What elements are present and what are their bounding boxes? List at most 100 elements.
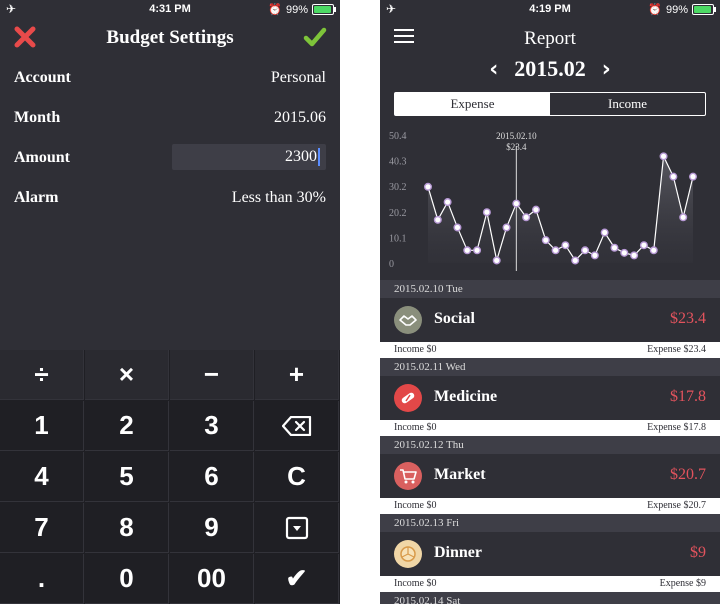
data-point[interactable] (424, 182, 433, 191)
y-tick-label: 40.3 (389, 157, 407, 168)
data-point[interactable] (669, 172, 678, 181)
text-cursor (318, 148, 320, 167)
category-amount: $20.7 (670, 466, 706, 483)
page-title: Report (524, 28, 576, 49)
battery-icon (312, 4, 336, 15)
tab-income[interactable]: Income (550, 93, 705, 115)
month-row[interactable]: Month 2015.06 (14, 106, 326, 130)
amount-input[interactable]: 2300 (172, 144, 326, 170)
day-summary: Income $0 Expense $20.7 (380, 498, 720, 514)
y-tick-label: 10.1 (389, 233, 407, 244)
account-value: Personal (270, 69, 326, 86)
date-header: 2015.02.13 Fri (380, 514, 720, 532)
cart-icon (394, 462, 422, 490)
data-point[interactable] (482, 208, 491, 217)
key-5[interactable]: 5 (85, 452, 169, 502)
budget-settings-screen: ✈ 4:31 PM ⏰ 99% Budget Settings Account … (0, 0, 340, 604)
next-month-icon[interactable]: › (591, 57, 621, 82)
list-item[interactable]: Social $23.4 (380, 298, 720, 342)
data-point[interactable] (512, 199, 521, 208)
decimal-key[interactable]: . (0, 554, 84, 604)
y-tick-label: 20.2 (389, 208, 407, 219)
category-name: Social (434, 310, 475, 327)
hide-keyboard-icon (285, 516, 308, 539)
data-point[interactable] (581, 246, 590, 255)
alarm-icon: ⏰ (648, 4, 662, 16)
income-total: Income $0 (394, 422, 437, 433)
calculator-keypad: ÷ × − + 1 2 3 4 5 6 C 7 8 9 . 0 00 ✔ (0, 350, 340, 604)
data-point[interactable] (531, 205, 540, 214)
clear-key[interactable]: C (255, 452, 339, 502)
plus-key[interactable]: + (255, 350, 339, 400)
divide-key[interactable]: ÷ (0, 350, 84, 400)
enter-key[interactable]: ✔ (255, 554, 339, 604)
list-item[interactable]: Dinner $9 (380, 532, 720, 576)
data-point[interactable] (463, 246, 472, 255)
y-tick-label: 50.4 (389, 131, 407, 142)
data-point[interactable] (630, 251, 639, 260)
minus-key[interactable]: − (170, 350, 254, 400)
page-title: Budget Settings (106, 27, 234, 48)
key-9[interactable]: 9 (170, 503, 254, 553)
data-point[interactable] (502, 223, 511, 232)
day-summary: Income $0 Expense $23.4 (380, 342, 720, 358)
data-point[interactable] (610, 243, 619, 252)
data-point[interactable] (600, 228, 609, 237)
data-point[interactable] (639, 241, 648, 250)
hide-keyboard-key[interactable] (255, 503, 339, 553)
y-tick-label: 0 (389, 259, 394, 270)
list-item[interactable]: Market $20.7 (380, 454, 720, 498)
data-point[interactable] (433, 215, 442, 224)
data-point[interactable] (620, 248, 629, 257)
multiply-key[interactable]: × (85, 350, 169, 400)
data-point[interactable] (649, 246, 658, 255)
key-1[interactable]: 1 (0, 401, 84, 451)
status-bar: ✈ 4:31 PM ⏰ 99% (0, 0, 340, 18)
list-item[interactable]: Medicine $17.8 (380, 376, 720, 420)
key-3[interactable]: 3 (170, 401, 254, 451)
alarm-icon: ⏰ (268, 4, 282, 16)
alarm-row[interactable]: Alarm Less than 30% (14, 186, 326, 210)
category-amount: $9 (690, 544, 706, 561)
data-point[interactable] (689, 172, 698, 181)
data-point[interactable] (541, 236, 550, 245)
expense-total: Expense $20.7 (647, 500, 706, 511)
category-name: Medicine (434, 388, 498, 405)
data-point[interactable] (590, 251, 599, 260)
key-6[interactable]: 6 (170, 452, 254, 502)
month-navigator: ‹ 2015.02 › (380, 56, 720, 82)
income-total: Income $0 (394, 500, 437, 511)
data-point[interactable] (473, 246, 482, 255)
data-point[interactable] (679, 213, 688, 222)
tab-expense[interactable]: Expense (395, 93, 550, 115)
key-8[interactable]: 8 (85, 503, 169, 553)
key-00[interactable]: 00 (170, 554, 254, 604)
data-point[interactable] (492, 256, 501, 265)
category-amount: $17.8 (670, 388, 706, 405)
battery-percent: 99% (285, 3, 308, 16)
account-label: Account (14, 69, 71, 86)
data-point[interactable] (522, 213, 531, 222)
type-segmented-control: Expense Income (394, 92, 706, 116)
prev-month-icon[interactable]: ‹ (479, 57, 509, 82)
date-header: 2015.02.14 Sat (380, 592, 720, 604)
report-screen: ✈ 4:19 PM ⏰ 99% Report ‹ 2015.02 › Expen… (380, 0, 720, 604)
alarm-label: Alarm (14, 189, 59, 206)
data-point[interactable] (443, 198, 452, 207)
data-point[interactable] (551, 246, 560, 255)
key-0[interactable]: 0 (85, 554, 169, 604)
confirm-icon[interactable] (302, 24, 328, 50)
key-4[interactable]: 4 (0, 452, 84, 502)
status-bar: ✈ 4:19 PM ⏰ 99% (380, 0, 720, 18)
key-2[interactable]: 2 (85, 401, 169, 451)
backspace-key[interactable] (255, 401, 339, 451)
key-7[interactable]: 7 (0, 503, 84, 553)
expense-total: Expense $23.4 (647, 344, 706, 355)
data-point[interactable] (561, 241, 570, 250)
data-point[interactable] (659, 152, 668, 161)
y-tick-label: 30.2 (389, 182, 407, 193)
account-row[interactable]: Account Personal (14, 66, 326, 90)
data-point[interactable] (571, 256, 580, 265)
pill-icon (394, 384, 422, 412)
data-point[interactable] (453, 223, 462, 232)
